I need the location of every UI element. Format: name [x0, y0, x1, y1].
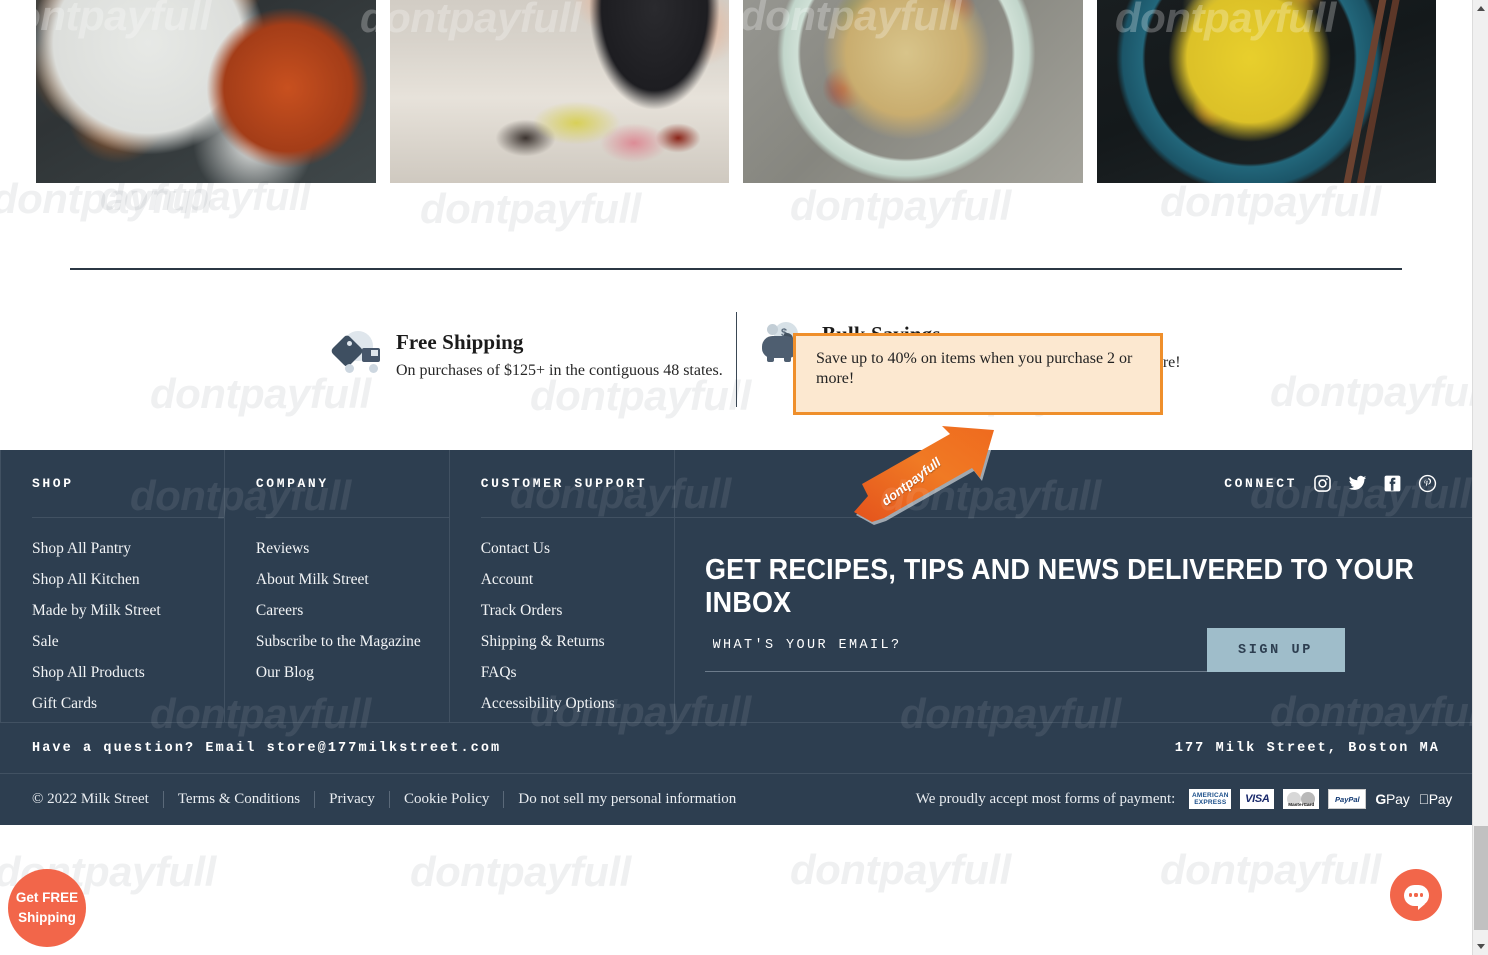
footer-links-customer-support: Contact Us Account Track Orders Shipping…	[481, 518, 674, 713]
delivery-truck-icon	[330, 330, 380, 374]
footer-column-company: COMPANY Reviews About Milk Street Career…	[225, 450, 450, 722]
footer-link-careers[interactable]: Careers	[256, 602, 449, 620]
footer-copyright: © 2022 Milk Street	[32, 790, 149, 807]
gallery-image-noodles[interactable]	[1096, 0, 1436, 183]
bulk-savings-highlight-tooltip: Save up to 40% on items when you purchas…	[793, 333, 1163, 415]
get-free-shipping-line-2: Shipping	[18, 910, 76, 925]
benefit-title-free-shipping: Free Shipping	[396, 330, 524, 354]
page-viewport: Free Shipping On purchases of $125+ in t…	[0, 0, 1472, 955]
get-free-shipping-line-1: Get FREE	[15, 889, 79, 905]
watermark: dontpayfull	[1160, 178, 1381, 225]
watermark: dontpayfull	[420, 185, 641, 232]
footer-link-shipping-returns[interactable]: Shipping & Returns	[481, 633, 674, 651]
benefits-band: Free Shipping On purchases of $125+ in t…	[0, 300, 1472, 430]
paypal-icon: PayPal	[1328, 789, 1367, 809]
vertical-scrollbar[interactable]	[1472, 0, 1488, 955]
newsletter-title: GET RECIPES, TIPS AND NEWS DELIVERED TO …	[704, 554, 1414, 619]
bulk-savings-tooltip-text: Save up to 40% on items when you purchas…	[816, 350, 1133, 388]
twitter-icon[interactable]	[1348, 474, 1367, 493]
google-pay-g: G	[1375, 791, 1387, 807]
footer-link-about-milk-street[interactable]: About Milk Street	[256, 571, 449, 589]
chickpea-bowl-photo	[743, 0, 1083, 183]
footer-link-track-orders[interactable]: Track Orders	[481, 602, 674, 620]
footer-link-shop-all-pantry[interactable]: Shop All Pantry	[32, 540, 224, 558]
site-footer: SHOP Shop All Pantry Shop All Kitchen Ma…	[0, 450, 1472, 825]
google-pay-icon: G Pay	[1375, 789, 1409, 809]
gallery-image-shrimp[interactable]	[36, 0, 376, 183]
browser-page: Free Shipping On purchases of $125+ in t…	[0, 0, 1488, 955]
footer-link-sale[interactable]: Sale	[32, 633, 224, 651]
footer-link-reviews[interactable]: Reviews	[256, 540, 449, 558]
pinterest-icon[interactable]	[1418, 474, 1437, 493]
apple-pay-logo: 	[1419, 791, 1430, 807]
recipe-image-gallery	[0, 0, 1472, 183]
benefit-free-shipping: Free Shipping On purchases of $125+ in t…	[330, 330, 723, 380]
watermark: dontpayfull	[790, 846, 1011, 893]
benefit-desc-free-shipping: On purchases of $125+ in the contiguous …	[396, 362, 723, 379]
footer-links-shop: Shop All Pantry Shop All Kitchen Made by…	[32, 518, 224, 713]
mastercard-icon: MasterCard	[1283, 789, 1320, 809]
gallery-image-sushi-counter[interactable]	[389, 0, 729, 183]
payment-methods-label: We proudly accept most forms of payment:	[915, 790, 1176, 807]
connect-label: CONNECT	[1224, 476, 1297, 491]
footer-contact-question[interactable]: Have a question? Email store@177milkstre…	[32, 741, 501, 756]
footer-contact-bar: Have a question? Email store@177milkstre…	[0, 722, 1472, 774]
visa-icon: VISA	[1240, 789, 1275, 809]
footer-column-customer-support: CUSTOMER SUPPORT Contact Us Account Trac…	[450, 450, 675, 722]
watermark: dontpayfull	[410, 848, 631, 895]
scroll-down-arrow-icon[interactable]	[1473, 938, 1488, 955]
apple-pay-icon: Pay	[1419, 789, 1453, 809]
amex-line-1: AMERICAN	[1192, 792, 1229, 799]
footer-store-address: 177 Milk Street, Boston MA	[1174, 740, 1440, 756]
newsletter-signup-button[interactable]: SIGN UP	[1206, 628, 1345, 672]
scroll-up-arrow-icon[interactable]	[1473, 0, 1488, 17]
footer-heading-shop: SHOP	[32, 450, 224, 518]
footer-link-gift-cards[interactable]: Gift Cards	[32, 695, 224, 713]
footer-link-terms-conditions[interactable]: Terms & Conditions	[162, 790, 314, 808]
gallery-image-chickpea-bowl[interactable]	[743, 0, 1083, 183]
sushi-counter-photo	[389, 0, 729, 183]
newsletter-email-input[interactable]	[704, 628, 1207, 672]
footer-newsletter-panel: CONNECT GET RECIPES, TIPS AND NEWS DELIV…	[674, 450, 1472, 722]
section-divider	[70, 268, 1402, 270]
footer-link-faqs[interactable]: FAQs	[481, 664, 674, 682]
footer-link-shop-all-kitchen[interactable]: Shop All Kitchen	[32, 571, 224, 589]
mastercard-label: MasterCard	[1288, 802, 1315, 807]
facebook-icon[interactable]	[1383, 474, 1402, 493]
footer-payment-methods: We proudly accept most forms of payment:…	[916, 789, 1452, 809]
noodles-photo	[1096, 0, 1436, 183]
footer-link-privacy[interactable]: Privacy	[314, 790, 389, 808]
watermark: dontpayfull	[790, 182, 1011, 229]
footer-link-subscribe-magazine[interactable]: Subscribe to the Magazine	[256, 633, 449, 651]
footer-link-shop-all-products[interactable]: Shop All Products	[32, 664, 224, 682]
google-pay-label: Pay	[1386, 791, 1410, 807]
footer-heading-company: COMPANY	[255, 450, 449, 518]
footer-connect-bar: CONNECT	[674, 450, 1472, 518]
american-express-icon: AMERICAN EXPRESS	[1189, 789, 1232, 809]
footer-link-cookie-policy[interactable]: Cookie Policy	[388, 790, 503, 808]
footer-columns: SHOP Shop All Pantry Shop All Kitchen Ma…	[0, 450, 1472, 722]
watermark: dontpayfull	[1160, 846, 1381, 893]
chat-bubble-icon	[1403, 884, 1429, 910]
footer-legal-bar: © 2022 Milk Street Terms & Conditions Pr…	[0, 774, 1472, 824]
instagram-icon[interactable]	[1313, 474, 1332, 493]
footer-link-do-not-sell[interactable]: Do not sell my personal information	[503, 790, 750, 808]
footer-link-account[interactable]: Account	[481, 571, 674, 589]
shrimp-photo	[36, 0, 376, 183]
get-free-shipping-badge[interactable]: Get FREE Shipping	[8, 869, 86, 947]
footer-links-company: Reviews About Milk Street Careers Subscr…	[256, 518, 449, 682]
apple-pay-label: Pay	[1428, 791, 1453, 807]
footer-heading-customer-support: CUSTOMER SUPPORT	[480, 450, 674, 518]
chat-support-button[interactable]	[1390, 869, 1442, 921]
footer-legal-links: © 2022 Milk Street Terms & Conditions Pr…	[32, 790, 750, 808]
benefits-vertical-divider	[736, 312, 737, 407]
footer-link-accessibility-options[interactable]: Accessibility Options	[481, 695, 674, 713]
footer-link-made-by-milk-street[interactable]: Made by Milk Street	[32, 602, 224, 620]
newsletter-form: SIGN UP	[704, 628, 1345, 672]
footer-column-shop: SHOP Shop All Pantry Shop All Kitchen Ma…	[0, 450, 225, 722]
footer-link-our-blog[interactable]: Our Blog	[256, 664, 449, 682]
footer-link-contact-us[interactable]: Contact Us	[481, 540, 674, 558]
scrollbar-thumb[interactable]	[1474, 826, 1488, 930]
amex-line-2: EXPRESS	[1194, 799, 1227, 806]
